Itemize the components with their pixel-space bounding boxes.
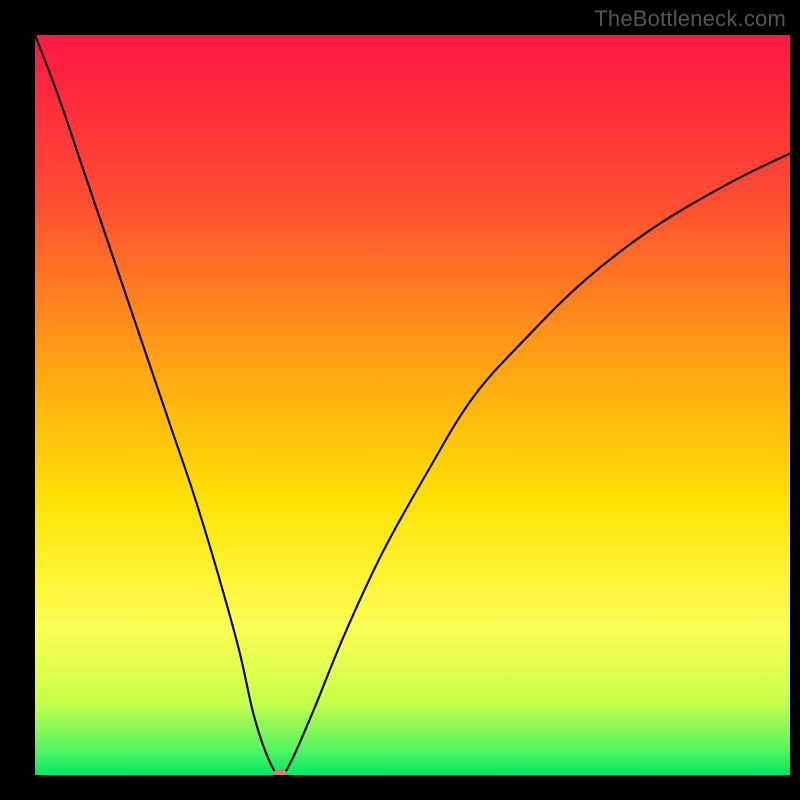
watermark-text: TheBottleneck.com — [594, 6, 786, 32]
optimal-point-marker — [273, 769, 288, 775]
plot-area — [35, 35, 790, 775]
chart-frame: TheBottleneck.com — [0, 0, 800, 800]
curve — [35, 35, 790, 775]
